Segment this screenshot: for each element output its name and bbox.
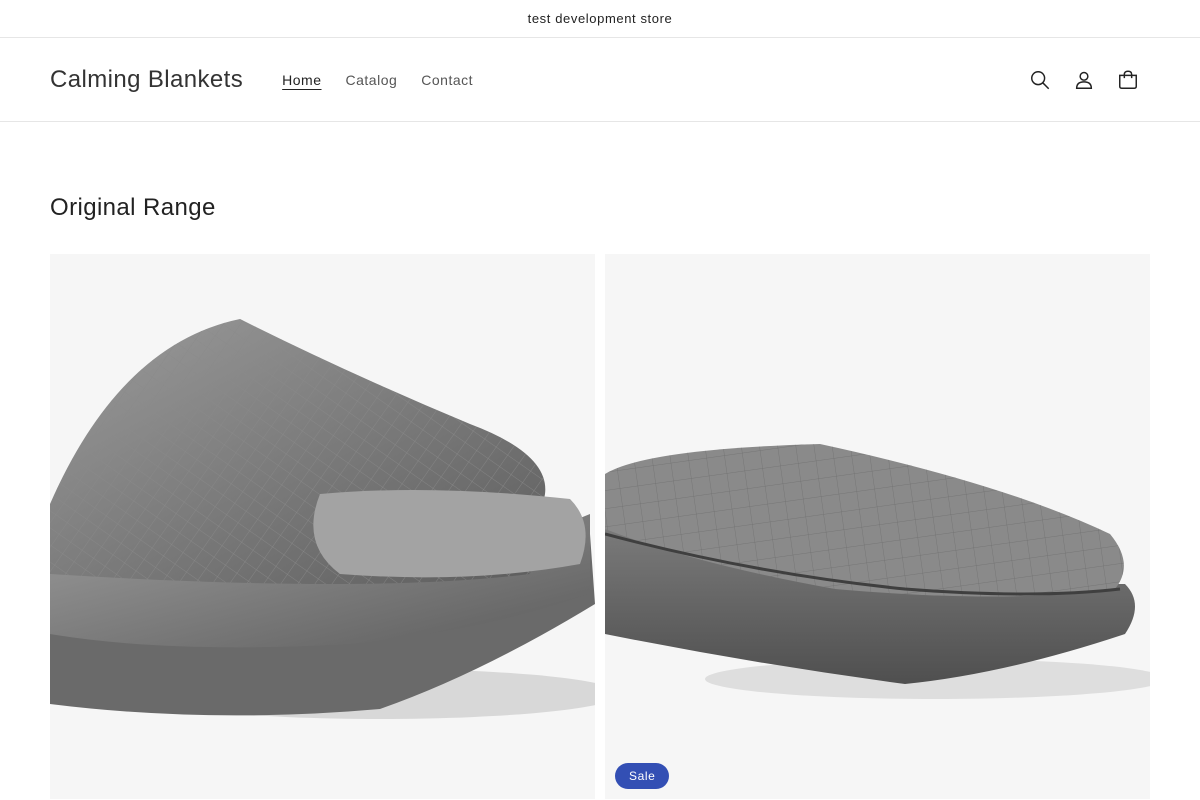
store-logo[interactable]: Calming Blankets [50, 66, 243, 94]
announcement-bar: test development store [0, 0, 1200, 38]
section-title: Original Range [50, 194, 216, 221]
nav-catalog[interactable]: Catalog [334, 72, 410, 88]
cart-button[interactable] [1106, 58, 1150, 102]
main-nav: Home Catalog Contact [270, 72, 485, 88]
product-card-1[interactable] [50, 254, 595, 799]
product-image-grey-blanket [605, 444, 1150, 699]
product-image-velvet-blanket [50, 319, 595, 719]
nav-home[interactable]: Home [270, 72, 333, 88]
sale-badge: Sale [615, 763, 670, 789]
announcement-text: test development store [527, 11, 673, 26]
search-icon [1031, 70, 1050, 89]
product-grid: Sale [50, 254, 1150, 799]
header-icons [1018, 58, 1150, 102]
cart-icon [1119, 70, 1137, 89]
site-header: Calming Blankets Home Catalog Contact [0, 38, 1200, 122]
search-button[interactable] [1018, 58, 1062, 102]
account-button[interactable] [1062, 58, 1106, 102]
nav-contact[interactable]: Contact [409, 72, 485, 88]
product-card-2[interactable]: Sale [605, 254, 1150, 799]
account-icon [1075, 71, 1093, 89]
